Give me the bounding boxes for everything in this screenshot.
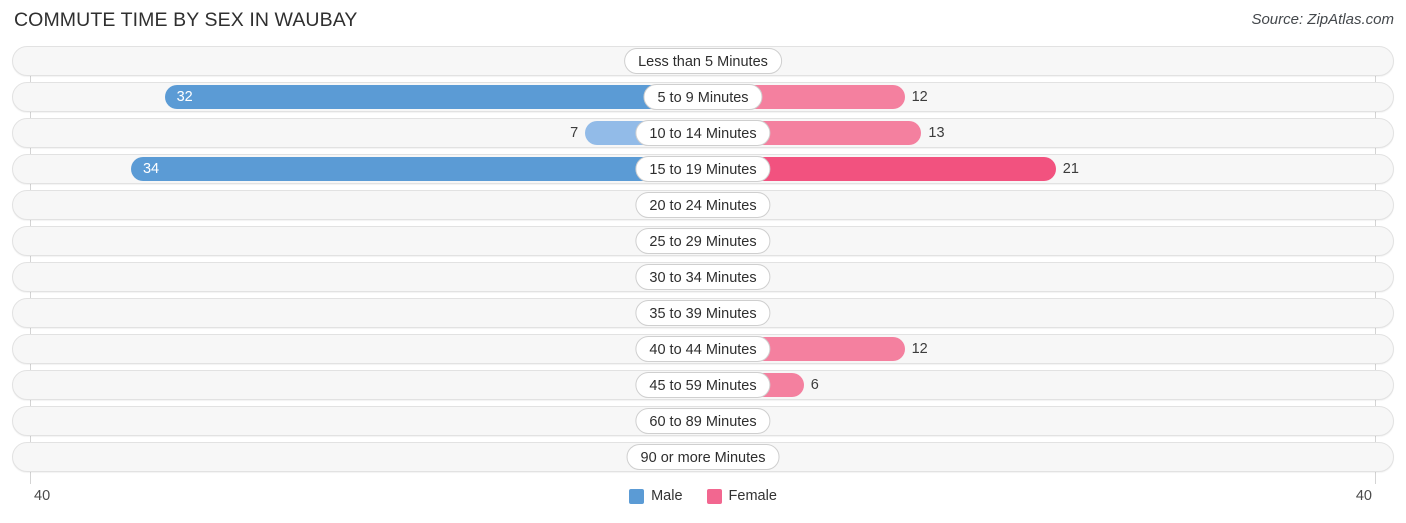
source-attribution: Source: ZipAtlas.com [1251, 11, 1394, 28]
legend-item-female[interactable]: Female [706, 488, 777, 504]
category-label: 60 to 89 Minutes [635, 408, 771, 434]
chart-header: COMMUTE TIME BY SEX IN WAUBAY Source: Zi… [0, 0, 1406, 42]
category-label: 25 to 29 Minutes [635, 228, 771, 254]
legend-item-male[interactable]: Male [629, 488, 683, 504]
legend-swatch-icon [629, 488, 645, 504]
value-label-female: 6 [810, 377, 819, 393]
value-label-male: 32 [176, 89, 193, 105]
chart-plot-area: 00Less than 5 Minutes32125 to 9 Minutes7… [0, 46, 1406, 484]
category-label: 10 to 14 Minutes [635, 120, 771, 146]
legend-label: Female [728, 488, 777, 504]
value-label-female: 12 [911, 341, 928, 357]
chart-legend: Male Female [0, 488, 1406, 504]
legend-label: Male [651, 488, 683, 504]
value-label-male: 34 [142, 161, 160, 177]
category-label: 20 to 24 Minutes [635, 192, 771, 218]
category-label: 45 to 59 Minutes [635, 372, 771, 398]
category-label: 35 to 39 Minutes [635, 300, 771, 326]
category-label: 5 to 9 Minutes [643, 84, 763, 110]
category-label: 30 to 34 Minutes [635, 264, 771, 290]
bar-male [164, 85, 703, 109]
category-label: 15 to 19 Minutes [635, 156, 771, 182]
value-label-female: 13 [928, 125, 945, 141]
category-label: Less than 5 Minutes [624, 48, 782, 74]
chart-footer: 40 40 Male Female [0, 484, 1406, 523]
value-label-female: 12 [911, 89, 928, 105]
value-label-female: 21 [1062, 161, 1079, 177]
category-label: 90 or more Minutes [626, 444, 780, 470]
legend-swatch-icon [706, 488, 722, 504]
value-label-male: 7 [570, 125, 579, 141]
category-label: 40 to 44 Minutes [635, 336, 771, 362]
bar-male [130, 157, 703, 181]
page-title: COMMUTE TIME BY SEX IN WAUBAY [14, 9, 358, 31]
